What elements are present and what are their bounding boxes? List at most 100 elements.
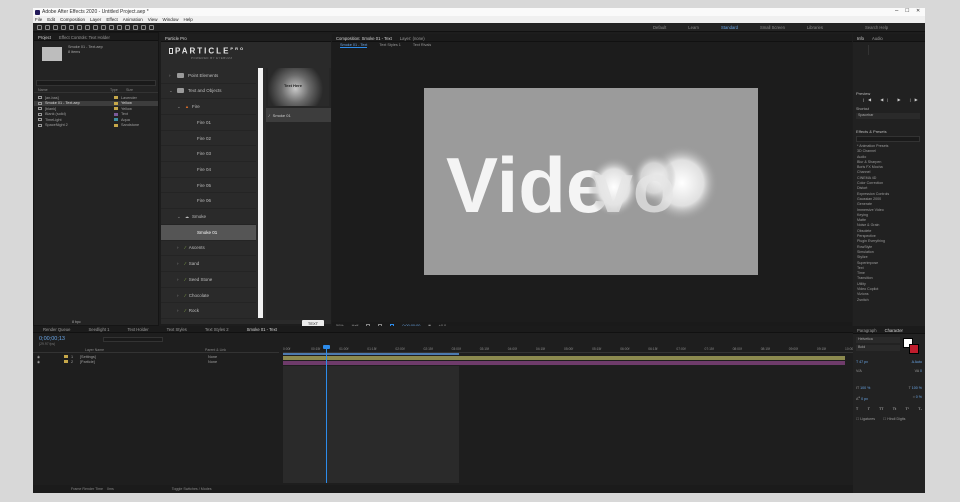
roto-tool-icon[interactable] xyxy=(140,25,146,30)
leading-field[interactable]: A Auto xyxy=(912,360,922,369)
layer-color-swatch[interactable] xyxy=(64,355,68,358)
kerning-field[interactable]: V/A xyxy=(856,369,862,378)
subtab-text-styles[interactable]: Text Styles 1 xyxy=(379,43,401,48)
layer-row[interactable]: ◉ 2 [Particle] None xyxy=(33,359,279,364)
shortcut-dropdown[interactable]: Spacebar xyxy=(856,113,920,119)
faux-style-buttons[interactable]: T T TT Tt T¹ T₁ xyxy=(856,407,922,417)
tracking-field[interactable]: VA 0 xyxy=(915,369,922,378)
bpc-label[interactable]: 8 bpc xyxy=(72,320,81,324)
workspace-small-screen[interactable]: Small Screen xyxy=(760,25,785,30)
tab-effect-controls[interactable]: Effect Controls: Text Holder xyxy=(59,35,110,40)
project-search-input[interactable] xyxy=(36,80,156,86)
rotate-tool-icon[interactable] xyxy=(68,25,74,30)
minimize-button[interactable]: – xyxy=(895,8,898,14)
search-help[interactable]: Search Help xyxy=(865,25,888,30)
tree-item[interactable]: Fire 04 xyxy=(161,162,256,178)
preview-item-row[interactable]: ⁄ Smoke 01 xyxy=(266,108,331,122)
tree-item[interactable]: › ⁄ Sand xyxy=(161,256,256,272)
tsume-field[interactable]: ⌗ 0 % xyxy=(913,395,922,404)
layer-parent[interactable]: None xyxy=(208,355,217,359)
time-ruler[interactable]: 0:00f 00:15f 01:00f 01:15f 02:00f 02:15f 03:00… xyxy=(283,346,854,353)
layer-name[interactable]: [Particle] xyxy=(80,360,205,364)
tab-audio[interactable]: Audio xyxy=(872,36,883,41)
playhead[interactable] xyxy=(326,346,327,483)
tree-scrollbar[interactable] xyxy=(258,68,263,318)
tree-item[interactable]: Fire 03 xyxy=(161,147,256,162)
chevron-down-icon[interactable]: ⌄ xyxy=(177,214,185,220)
maximize-button[interactable]: ☐ xyxy=(905,8,909,14)
tree-item[interactable]: Fire 05 xyxy=(161,178,256,194)
subtab-text-rivals[interactable]: Text Rivals xyxy=(413,43,431,48)
workspace-libraries[interactable]: Libraries xyxy=(807,25,823,30)
particle-pro-tab-label[interactable]: Particle Pro xyxy=(165,36,187,41)
clone-tool-icon[interactable] xyxy=(124,25,130,30)
timeline-tab[interactable]: Render Queue xyxy=(43,327,70,332)
chevron-right-icon[interactable]: › xyxy=(177,261,185,266)
font-dropdown[interactable]: Helvetica xyxy=(856,337,900,343)
effect-category[interactable]: Zsnitch xyxy=(853,298,925,303)
preview-controls[interactable]: |◀ ◀| ▶ |▶ ▶| xyxy=(863,97,925,102)
timeline-tab[interactable]: Text Styles xyxy=(167,327,187,332)
home-icon[interactable] xyxy=(36,25,42,30)
tree-item[interactable]: › ⁄ Ascents xyxy=(161,241,256,257)
stroke-color-swatch[interactable] xyxy=(909,344,919,354)
toggle-switches-modes[interactable]: Toggle Switches / Modes xyxy=(172,487,212,493)
menu-view[interactable]: View xyxy=(148,17,158,22)
playhead-handle[interactable] xyxy=(323,345,330,349)
ligatures-checkbox[interactable]: ☐ Ligatures xyxy=(856,417,875,421)
timeline-tab[interactable]: Text Holder xyxy=(127,327,148,332)
tree-item[interactable]: › Point Elements xyxy=(161,68,256,84)
workspace-learn[interactable]: Learn xyxy=(688,25,699,30)
hindi-digits-checkbox[interactable]: ☐ Hindi Digits xyxy=(883,417,905,421)
vertical-scale-field[interactable]: IT 100 % xyxy=(856,386,870,395)
chevron-right-icon[interactable]: › xyxy=(177,293,185,298)
camera-tool-icon[interactable] xyxy=(76,25,82,30)
menu-file[interactable]: File xyxy=(35,17,42,22)
menu-help[interactable]: Help xyxy=(183,17,192,22)
tab-info[interactable]: Info xyxy=(857,36,864,41)
puppet-tool-icon[interactable] xyxy=(148,25,154,30)
menu-layer[interactable]: Layer xyxy=(90,17,101,22)
preview-thumbnail[interactable]: Text Here xyxy=(268,68,329,106)
tree-item[interactable]: ⌄ ▲ Fire xyxy=(161,99,256,115)
workspace-standard[interactable]: Standard xyxy=(721,25,738,30)
column-size[interactable]: Size xyxy=(126,88,133,92)
hand-tool-icon[interactable] xyxy=(52,25,58,30)
label-color-swatch[interactable] xyxy=(114,123,118,127)
work-area-bar[interactable] xyxy=(283,353,459,355)
type-tool-icon[interactable] xyxy=(108,25,114,30)
tree-item[interactable]: Fire 02 xyxy=(161,131,256,147)
zoom-tool-icon[interactable] xyxy=(60,25,66,30)
timeline-tab[interactable]: Seedlight 1 xyxy=(88,327,109,332)
visibility-icon[interactable]: ◉ xyxy=(37,360,61,364)
tree-item[interactable]: ⌄ ☁ Smoke xyxy=(161,209,256,225)
tree-item[interactable]: › ⁄ Chocolate xyxy=(161,288,256,304)
layer-bar-particle[interactable] xyxy=(283,361,845,365)
chevron-down-icon[interactable]: ⌄ xyxy=(169,88,177,94)
composition-canvas[interactable]: Vide vo xyxy=(424,88,758,275)
tree-item[interactable]: › ⁄ Rock xyxy=(161,304,256,319)
close-button[interactable]: ✕ xyxy=(916,8,920,14)
chevron-right-icon[interactable]: › xyxy=(177,308,185,313)
mask-tool-icon[interactable] xyxy=(92,25,98,30)
chevron-down-icon[interactable]: ⌄ xyxy=(177,104,185,110)
menu-edit[interactable]: Edit xyxy=(47,17,55,22)
layer-color-swatch[interactable] xyxy=(64,360,68,363)
pan-tool-icon[interactable] xyxy=(84,25,90,30)
layer-parent[interactable]: None xyxy=(208,360,217,364)
label-color-swatch[interactable] xyxy=(114,101,118,105)
tab-character[interactable]: Character xyxy=(885,328,903,333)
brush-tool-icon[interactable] xyxy=(116,25,122,30)
project-item[interactable]: SpaceNight 2 Sandstone xyxy=(34,123,158,129)
baseline-shift-field[interactable]: Aa 0 px xyxy=(856,395,868,404)
timeline-tab[interactable]: Text Styles 2 xyxy=(205,327,229,332)
layer-bar-settings[interactable] xyxy=(283,356,845,360)
tree-item[interactable]: ⌄ Text and Objects xyxy=(161,84,256,100)
eraser-tool-icon[interactable] xyxy=(132,25,138,30)
label-color-swatch[interactable] xyxy=(114,118,118,122)
font-style-dropdown[interactable]: Bold xyxy=(856,345,900,351)
menu-window[interactable]: Window xyxy=(162,17,178,22)
font-size-field[interactable]: T 47 px xyxy=(856,360,868,369)
horizontal-scale-field[interactable]: T 100 % xyxy=(909,386,922,395)
menu-animation[interactable]: Animation xyxy=(123,17,143,22)
